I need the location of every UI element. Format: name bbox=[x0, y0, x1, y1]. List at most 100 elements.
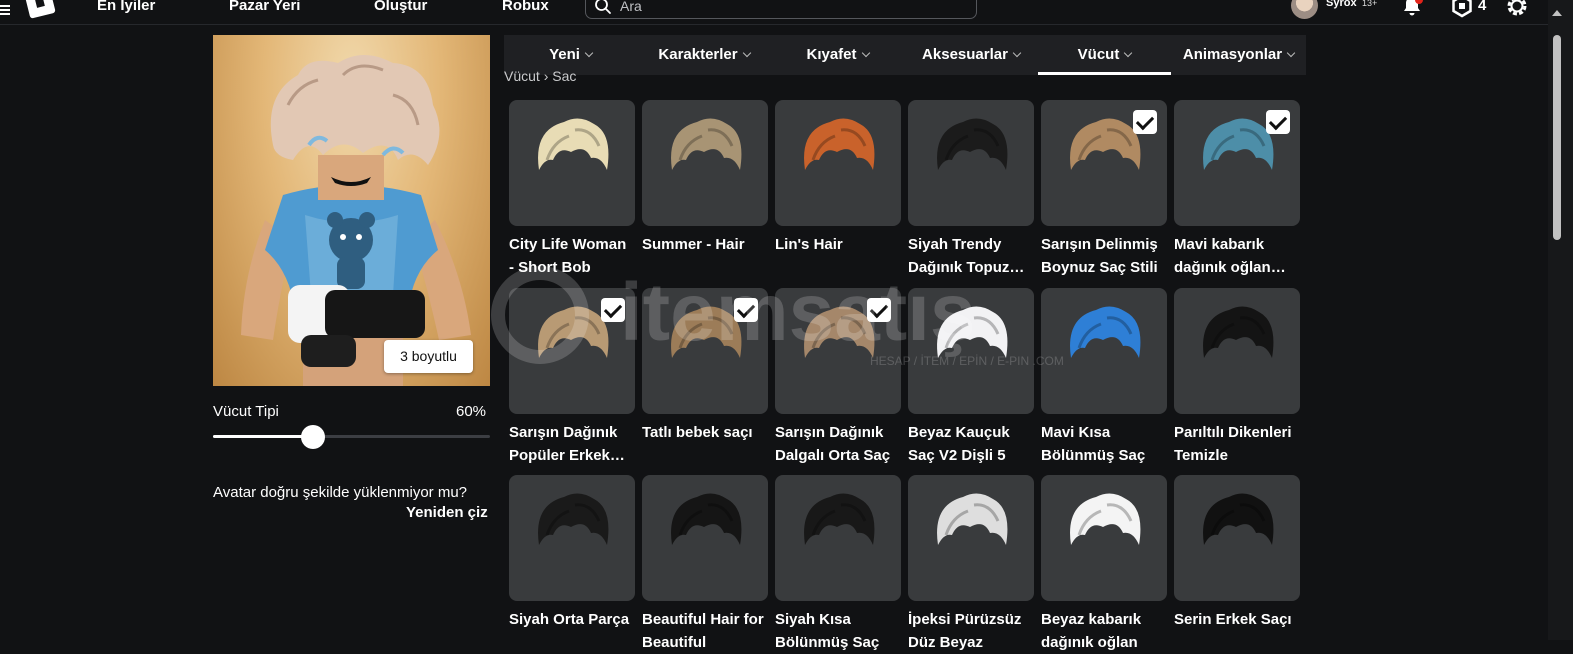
nav-link-top[interactable]: En İyiler bbox=[97, 0, 155, 14]
scrollbar-thumb[interactable] bbox=[1553, 35, 1561, 240]
hair-item-card[interactable]: Tatlı bebek saçı bbox=[642, 288, 768, 444]
avatar-figure-image bbox=[241, 55, 471, 386]
item-name[interactable]: Tatlı bebek saçı bbox=[642, 421, 768, 444]
hair-image bbox=[1203, 493, 1274, 545]
avatar-preview[interactable]: 3 boyutlu bbox=[213, 35, 490, 386]
item-thumbnail[interactable] bbox=[642, 288, 768, 414]
item-name[interactable]: Mavi kabarık dağınık oğlan saçı bbox=[1174, 233, 1300, 279]
item-thumbnail[interactable] bbox=[1174, 288, 1300, 414]
item-thumbnail[interactable] bbox=[908, 100, 1034, 226]
hair-item-card[interactable]: İpeksi Pürüzsüz Düz Beyaz bbox=[908, 475, 1034, 654]
equipped-checkmark-icon[interactable] bbox=[734, 298, 758, 322]
hair-item-card[interactable]: Siyah Trendy Dağınık Topuz Saç bbox=[908, 100, 1034, 279]
item-thumbnail[interactable] bbox=[1174, 100, 1300, 226]
hair-item-card[interactable]: Mavi kabarık dağınık oğlan saçı bbox=[1174, 100, 1300, 279]
hair-item-card[interactable]: Serin Erkek Saçı bbox=[1174, 475, 1300, 631]
hair-image bbox=[1070, 493, 1141, 545]
equipped-checkmark-icon[interactable] bbox=[601, 298, 625, 322]
item-thumbnail[interactable] bbox=[1041, 475, 1167, 601]
tab-clothing[interactable]: Kıyafet bbox=[771, 35, 904, 75]
nav-link-robux[interactable]: Robux bbox=[502, 0, 549, 14]
item-name[interactable]: Beyaz kabarık dağınık oğlan bbox=[1041, 608, 1167, 654]
hair-image bbox=[538, 493, 609, 545]
user-avatar[interactable] bbox=[1291, 0, 1318, 19]
breadcrumb-current: Saç bbox=[552, 68, 577, 81]
nav-link-create[interactable]: Oluştur bbox=[374, 0, 427, 14]
item-thumbnail[interactable] bbox=[775, 100, 901, 226]
item-name[interactable]: City Life Woman - Short Bob bbox=[509, 233, 635, 279]
hair-image bbox=[937, 118, 1008, 170]
hair-image bbox=[804, 118, 875, 170]
tab-label: Animasyonlar bbox=[1182, 46, 1283, 63]
hair-item-card[interactable]: Siyah Orta Parça bbox=[509, 475, 635, 631]
item-name[interactable]: Beyaz Kauçuk Saç V2 Dişli 5 bbox=[908, 421, 1034, 467]
item-name[interactable]: Lin's Hair bbox=[775, 233, 901, 256]
item-name[interactable]: Sarışın Dağınık Dalgalı Orta Saç bbox=[775, 421, 901, 467]
age-badge: 13+ bbox=[1362, 0, 1378, 8]
item-thumbnail[interactable] bbox=[509, 288, 635, 414]
item-name[interactable]: Mavi Kısa Bölünmüş Saç bbox=[1041, 421, 1167, 467]
search-box[interactable] bbox=[585, 0, 977, 19]
tab-characters[interactable]: Karakterler bbox=[637, 35, 771, 75]
item-name[interactable]: Siyah Kısa Bölünmüş Saç bbox=[775, 608, 901, 654]
3d-view-button[interactable]: 3 boyutlu bbox=[384, 340, 473, 373]
item-name[interactable]: Parıltılı Dikenleri Temizle bbox=[1174, 421, 1300, 467]
item-thumbnail[interactable] bbox=[642, 475, 768, 601]
slider-knob[interactable] bbox=[301, 425, 325, 449]
equipped-checkmark-icon[interactable] bbox=[1133, 110, 1157, 134]
roblox-logo-icon[interactable] bbox=[24, 0, 56, 19]
item-name[interactable]: Beautiful Hair for Beautiful bbox=[642, 608, 768, 654]
body-type-slider[interactable] bbox=[213, 424, 490, 449]
hair-item-card[interactable]: Summer - Hair bbox=[642, 100, 768, 256]
equipped-checkmark-icon[interactable] bbox=[867, 298, 891, 322]
item-thumbnail[interactable] bbox=[775, 288, 901, 414]
tab-body[interactable]: Vücut bbox=[1038, 35, 1171, 75]
hair-item-card[interactable]: Beautiful Hair for Beautiful bbox=[642, 475, 768, 654]
search-input[interactable] bbox=[618, 0, 962, 15]
equipped-checkmark-icon[interactable] bbox=[1266, 110, 1290, 134]
username-label[interactable]: Syrox bbox=[1326, 0, 1357, 9]
item-thumbnail[interactable] bbox=[1174, 475, 1300, 601]
category-tabs: Yeni Karakterler Kıyafet Aksesuarlar Vüc… bbox=[504, 35, 1306, 75]
hair-item-card[interactable]: Siyah Kısa Bölünmüş Saç bbox=[775, 475, 901, 654]
tab-accessories[interactable]: Aksesuarlar bbox=[904, 35, 1038, 75]
item-thumbnail[interactable] bbox=[908, 475, 1034, 601]
hair-item-card[interactable]: Sarışın Dağınık Popüler Erkek Saçı bbox=[509, 288, 635, 467]
hair-item-card[interactable]: City Life Woman - Short Bob bbox=[509, 100, 635, 279]
hair-image bbox=[671, 118, 742, 170]
hair-item-card[interactable]: Lin's Hair bbox=[775, 100, 901, 256]
hair-item-card[interactable]: Parıltılı Dikenleri Temizle bbox=[1174, 288, 1300, 467]
item-thumbnail[interactable] bbox=[509, 100, 635, 226]
item-thumbnail[interactable] bbox=[1041, 288, 1167, 414]
item-thumbnail[interactable] bbox=[509, 475, 635, 601]
scroll-up-arrow-icon[interactable] bbox=[1552, 10, 1562, 16]
item-name[interactable]: İpeksi Pürüzsüz Düz Beyaz bbox=[908, 608, 1034, 654]
hair-item-card[interactable]: Beyaz kabarık dağınık oğlan bbox=[1041, 475, 1167, 654]
hair-image bbox=[937, 493, 1008, 545]
hair-item-card[interactable]: Mavi Kısa Bölünmüş Saç bbox=[1041, 288, 1167, 467]
slider-fill bbox=[213, 435, 313, 438]
item-thumbnail[interactable] bbox=[642, 100, 768, 226]
item-thumbnail[interactable] bbox=[908, 288, 1034, 414]
item-name[interactable]: Siyah Orta Parça bbox=[509, 608, 635, 631]
breadcrumb-parent[interactable]: Vücut bbox=[504, 68, 540, 81]
chevron-down-icon bbox=[861, 48, 870, 58]
tab-animations[interactable]: Animasyonlar bbox=[1171, 35, 1306, 75]
nav-link-marketplace[interactable]: Pazar Yeri bbox=[229, 0, 300, 14]
robux-icon[interactable] bbox=[1450, 0, 1474, 18]
hair-item-card[interactable]: Sarışın Delinmiş Boynuz Saç Stili bbox=[1041, 100, 1167, 279]
item-name[interactable]: Summer - Hair bbox=[642, 233, 768, 256]
menu-icon[interactable] bbox=[0, 3, 10, 17]
robux-count[interactable]: 4 bbox=[1478, 0, 1486, 14]
item-name[interactable]: Siyah Trendy Dağınık Topuz Saç bbox=[908, 233, 1034, 279]
redraw-button[interactable]: Yeniden çiz bbox=[406, 504, 488, 521]
item-thumbnail[interactable] bbox=[775, 475, 901, 601]
item-name[interactable]: Sarışın Dağınık Popüler Erkek Saçı bbox=[509, 421, 635, 467]
settings-gear-icon[interactable] bbox=[1504, 0, 1530, 19]
item-name[interactable]: Serin Erkek Saçı bbox=[1174, 608, 1300, 631]
hair-item-card[interactable]: Sarışın Dağınık Dalgalı Orta Saç bbox=[775, 288, 901, 467]
breadcrumb-separator-icon: › bbox=[543, 68, 553, 81]
item-name[interactable]: Sarışın Delinmiş Boynuz Saç Stili bbox=[1041, 233, 1167, 279]
item-thumbnail[interactable] bbox=[1041, 100, 1167, 226]
hair-item-card[interactable]: Beyaz Kauçuk Saç V2 Dişli 5 bbox=[908, 288, 1034, 467]
